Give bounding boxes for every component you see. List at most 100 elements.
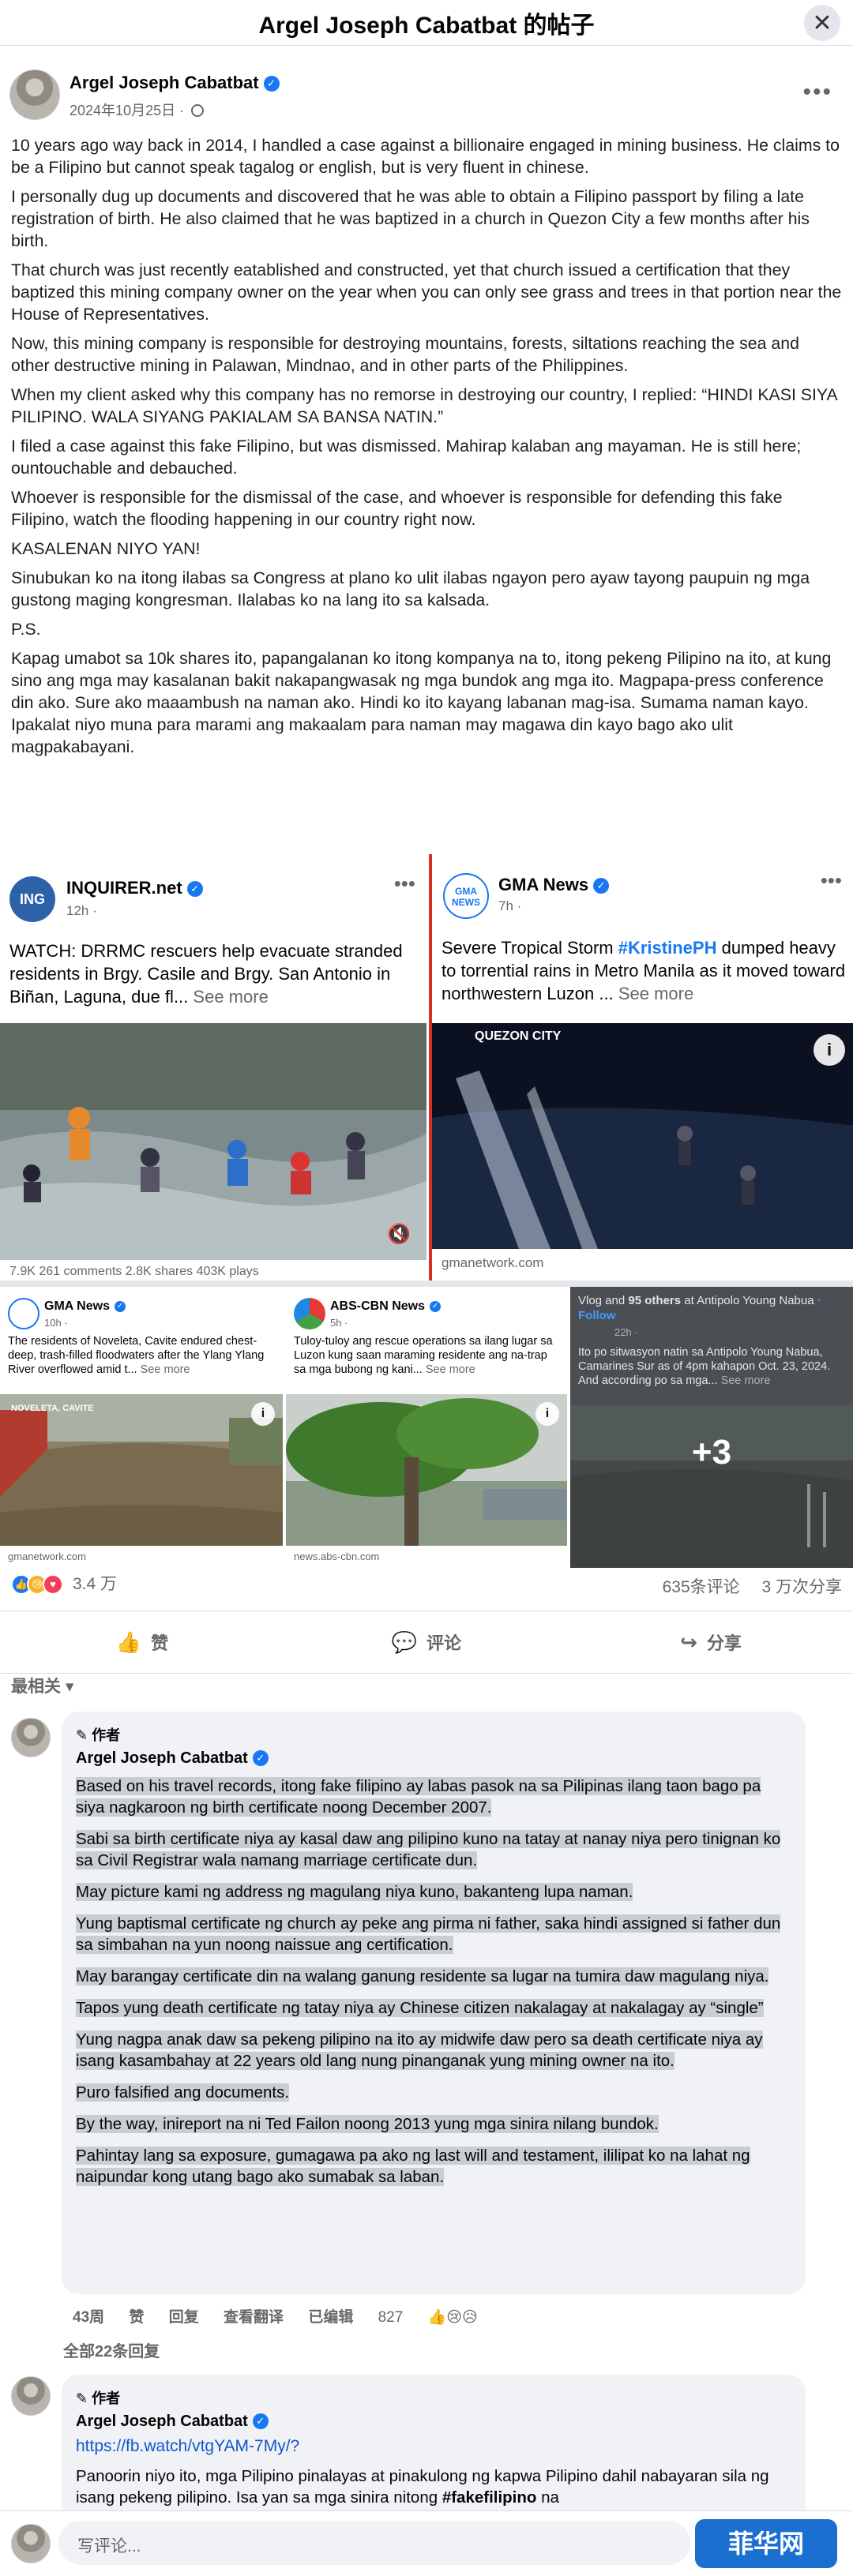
reactions-summary[interactable]: 👍 😢 ♥ 3.4 万 xyxy=(11,1574,117,1595)
card-footer: 7.9K 261 comments 2.8K shares 403K plays xyxy=(9,1265,259,1278)
share-button[interactable]: ↪ 分享 xyxy=(569,1611,853,1673)
info-icon[interactable]: i xyxy=(535,1402,559,1426)
flood-rescue-image xyxy=(0,1023,426,1260)
share-icon: ↪ xyxy=(680,1629,697,1654)
comment-paragraph: Pahintay lang sa exposure, gumagawa pa a… xyxy=(76,2147,750,2186)
comment-time[interactable]: 43周 xyxy=(73,2309,104,2326)
shared-post-gma-noveleta[interactable]: GMA News ✓ 10h · The residents of Novelet… xyxy=(0,1287,283,1568)
source-name[interactable]: GMA News xyxy=(498,875,588,894)
commenter-avatar[interactable] xyxy=(11,1718,51,1757)
verified-icon: ✓ xyxy=(593,878,610,894)
post-header: Argel Joseph Cabatbat ✓ 2024年10月25日 · ••• xyxy=(9,69,844,125)
more-options-icon[interactable]: ••• xyxy=(802,79,832,106)
comment-text: Panoorin niyo ito, mga Pilipino pinalaya… xyxy=(76,2467,769,2507)
view-all-replies[interactable]: 全部22条回复 xyxy=(63,2338,160,2361)
info-icon[interactable]: i xyxy=(251,1402,275,1426)
antipolo-flood-photo[interactable]: +3 xyxy=(570,1405,853,1568)
comment-bubble: ✎ 作者 Argel Joseph Cabatbat ✓ Based on his… xyxy=(62,1712,806,2294)
comment-author[interactable]: Argel Joseph Cabatbat xyxy=(76,2413,248,2430)
see-more-link[interactable]: See more xyxy=(193,987,268,1007)
card-time: 7h · xyxy=(498,898,522,913)
hashtag-link[interactable]: #KristinePH xyxy=(618,938,717,958)
tree-storm-photo[interactable]: i xyxy=(286,1394,567,1546)
comment-paragraph: Puro falsified ang documents. xyxy=(76,2083,290,2102)
thumbs-up-icon: 👍 xyxy=(115,1629,142,1654)
card-text: Severe Tropical Storm xyxy=(442,938,618,958)
video-link[interactable]: https://fb.watch/vtgYAM-7My/? xyxy=(76,2437,791,2456)
info-icon[interactable]: i xyxy=(814,1034,845,1066)
mute-icon[interactable]: 🔇 xyxy=(387,1223,411,1246)
card-time: 22h · xyxy=(614,1326,638,1338)
more-photos-count[interactable]: +3 xyxy=(570,1405,853,1568)
card-footer: gmanetwork.com xyxy=(8,1550,86,1562)
comment-paragraph: Tapos yung death certificate ng tatay ni… xyxy=(76,1999,764,2017)
noveleta-flood-image xyxy=(0,1394,283,1546)
comment-author[interactable]: Argel Joseph Cabatbat xyxy=(76,1749,248,1767)
shared-post-abs-cbn[interactable]: ABS-CBN News ✓ 5h · Tuloy-tuloy ang rescu… xyxy=(286,1287,567,1568)
card-time: 5h · xyxy=(330,1317,348,1329)
others-link[interactable]: 95 others xyxy=(628,1294,681,1307)
see-more-link[interactable]: See more xyxy=(618,984,693,1003)
comment-like-button[interactable]: 赞 xyxy=(129,2309,144,2326)
comment-reaction-count[interactable]: 827 👍😢😥 xyxy=(378,2309,498,2326)
comment-paragraph: Yung nagpa anak daw sa pekeng pilipino n… xyxy=(76,2030,763,2070)
source-name[interactable]: GMA News xyxy=(44,1299,110,1313)
noveleta-flood-photo[interactable]: NOVELETA, CAVITE i xyxy=(0,1394,283,1546)
comment-paragraph: Based on his travel records, itong fake … xyxy=(76,1777,761,1817)
comment-paragraph: May barangay certificate din na walang g… xyxy=(76,1967,769,1985)
author-name[interactable]: Argel Joseph Cabatbat xyxy=(70,73,259,92)
source-name[interactable]: INQUIRER.net xyxy=(66,878,182,898)
comment-sort-dropdown[interactable]: 最相关 ▾ xyxy=(11,1674,73,1697)
post-paragraph: When my client asked why this company ha… xyxy=(11,385,837,426)
comment-paragraph: Yung baptismal certificate ng church ay … xyxy=(76,1914,781,1954)
reaction-icons: 👍😢😥 xyxy=(427,2309,478,2326)
shared-post-inquirer[interactable]: ING INQUIRER.net ✓ 12h · ••• WATCH: DRRMC… xyxy=(0,854,426,1287)
page-title: Argel Joseph Cabatbat 的帖子 xyxy=(258,12,595,39)
shared-post-antipolo[interactable]: Vlog and 95 others at Antipolo Young Nab… xyxy=(570,1287,853,1568)
see-translation-link[interactable]: 查看翻译 xyxy=(224,2309,284,2326)
like-button[interactable]: 👍 赞 xyxy=(0,1611,284,1673)
edited-label[interactable]: 已编辑 xyxy=(308,2309,353,2326)
card-text: Tuloy-tuloy ang rescue operations sa ila… xyxy=(294,1335,553,1376)
flooded-street-photo[interactable]: QUEZON CITY i xyxy=(432,1023,853,1249)
post-paragraph: Sinubukan ko na itong ilabas sa Congress… xyxy=(11,568,810,609)
card-footer: news.abs-cbn.com xyxy=(294,1550,380,1562)
post-date[interactable]: 2024年10月25日 · xyxy=(70,103,184,118)
author-avatar[interactable] xyxy=(9,69,60,120)
see-more-link[interactable]: See more xyxy=(426,1363,475,1376)
card-text: Ito po sitwasyon natin sa Antipolo Young… xyxy=(578,1346,831,1387)
reaction-count[interactable]: 3.4 万 xyxy=(73,1574,117,1595)
post-body: 10 years ago way back in 2014, I handled… xyxy=(11,134,842,765)
post-paragraph: KASALENAN NIYO YAN! xyxy=(11,539,201,558)
post-stats: 👍 😢 ♥ 3.4 万 635条评论 3 万次分享 xyxy=(11,1571,842,1604)
comment-input[interactable]: 写评论... xyxy=(58,2521,690,2565)
commenter-avatar[interactable] xyxy=(11,2376,51,2416)
flood-rescue-photo[interactable]: 🔇 xyxy=(0,1023,426,1260)
comment-icon: 💬 xyxy=(391,1629,418,1654)
comment-paragraph: May picture kami ng address ng magulang … xyxy=(76,1883,633,1901)
author-badge: ✎ 作者 xyxy=(76,1727,121,1743)
photo-label: QUEZON CITY xyxy=(475,1029,562,1043)
see-more-link[interactable]: See more xyxy=(721,1374,771,1387)
more-options-icon[interactable]: ••• xyxy=(821,868,842,893)
verified-icon: ✓ xyxy=(263,76,280,92)
tree-storm-image xyxy=(286,1394,567,1546)
comment-composer: 写评论... ☺ 菲华网 xyxy=(0,2510,853,2576)
verified-icon: ✓ xyxy=(252,2413,269,2429)
comment-button[interactable]: 💬 评论 xyxy=(284,1611,569,1673)
comment-reply-button[interactable]: 回复 xyxy=(169,2309,199,2326)
page: Argel Joseph Cabatbat 的帖子 ✕ Argel Joseph… xyxy=(0,0,853,2576)
more-options-icon[interactable]: ••• xyxy=(394,872,415,896)
share-count[interactable]: 3 万次分享 xyxy=(761,1578,842,1596)
flooded-street-image xyxy=(432,1023,853,1249)
card-time: 10h · xyxy=(44,1317,68,1329)
source-name[interactable]: ABS-CBN News xyxy=(330,1299,425,1313)
comment-meta: 43周 赞 回复 查看翻译 已编辑 827 👍😢😥 xyxy=(73,2305,519,2327)
hashtag-link[interactable]: #fakefilipino xyxy=(442,2488,537,2507)
my-avatar[interactable] xyxy=(11,2524,51,2563)
close-icon[interactable]: ✕ xyxy=(804,5,840,41)
see-more-link[interactable]: See more xyxy=(141,1363,190,1376)
comment-count[interactable]: 635条评论 xyxy=(663,1578,740,1596)
shared-post-gma[interactable]: GMA NEWS GMA News ✓ 7h · ••• Severe Tropi… xyxy=(429,854,853,1287)
post-paragraph: That church was just recently eatablishe… xyxy=(11,261,842,324)
